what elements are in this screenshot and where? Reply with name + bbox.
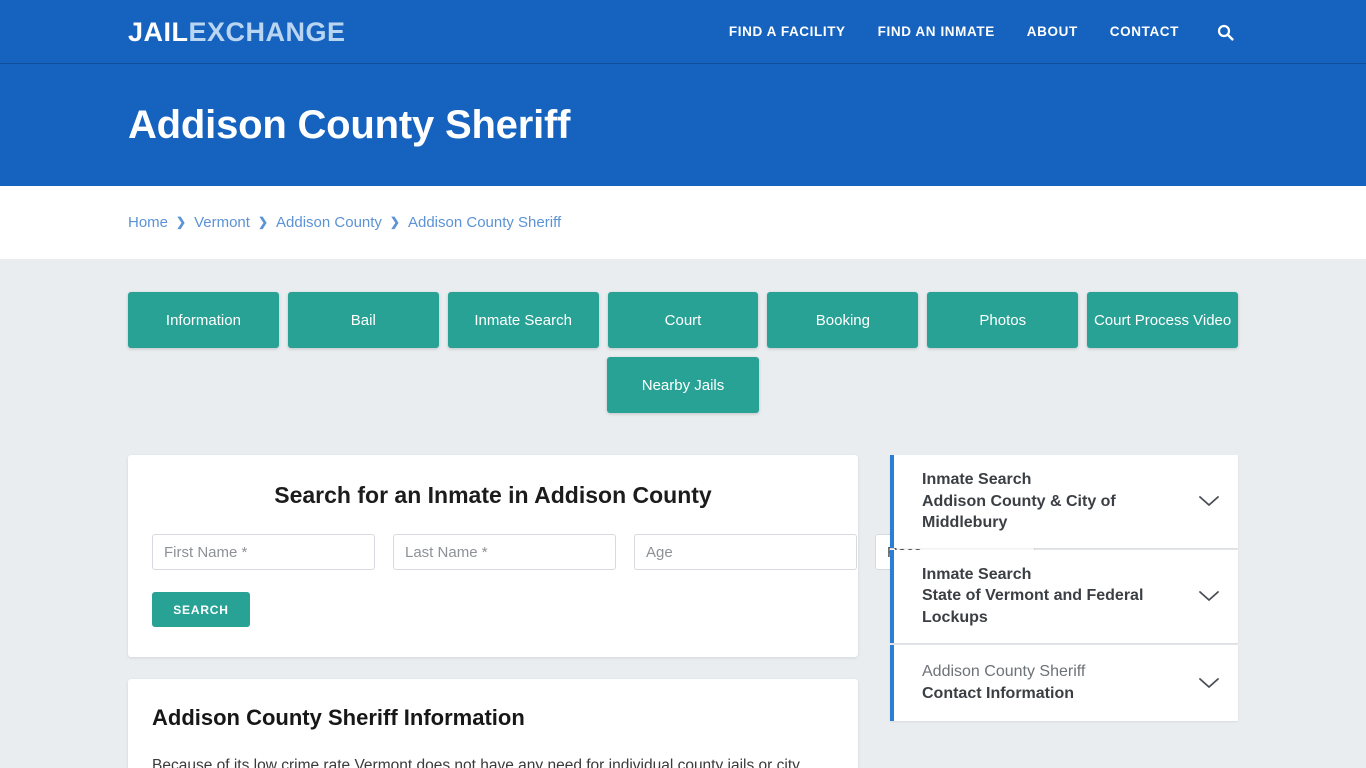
page-body: Information Bail Inmate Search Court Boo… [0,259,1366,768]
main-navigation: FIND A FACILITY FIND AN INMATE ABOUT CON… [713,0,1238,64]
accordion-item-line1: Inmate Search [922,565,1032,583]
hero-banner: Addison County Sheriff [0,64,1366,186]
nav-item-find-an-inmate[interactable]: FIND AN INMATE [862,0,1011,64]
sidebar-column: Inmate Search Addison County & City of M… [890,455,1238,723]
nav-item-about[interactable]: ABOUT [1011,0,1094,64]
age-input[interactable] [634,534,857,570]
breadcrumb-item-addison-county[interactable]: Addison County [276,214,382,231]
page-title: Addison County Sheriff [128,102,571,147]
section-button-booking[interactable]: Booking [767,292,919,348]
search-heading: Search for an Inmate in Addison County [274,482,712,508]
accordion-item-text: Inmate Search State of Vermont and Feder… [922,564,1188,629]
content-columns: Search for an Inmate in Addison County R… [128,455,1238,768]
breadcrumb-separator-icon: ❯ [389,214,400,229]
accordion-item-inmate-search-addison-middlebury[interactable]: Inmate Search Addison County & City of M… [890,455,1238,548]
content-container: Information Bail Inmate Search Court Boo… [128,292,1239,768]
logo-text-exchange: EXCHANGE [188,17,346,47]
breadcrumb-item-vermont[interactable]: Vermont [194,214,250,231]
accordion-item-contact-information[interactable]: Addison County Sheriff Contact Informati… [890,644,1238,721]
accordion-item-text: Addison County Sheriff Contact Informati… [922,661,1085,704]
accordion-item-line1: Inmate Search [922,471,1032,488]
breadcrumb-separator-icon: ❯ [176,214,187,229]
accordion-item-inmate-search-vermont-federal[interactable]: Inmate Search State of Vermont and Feder… [890,549,1238,643]
nav-item-find-a-facility[interactable]: FIND A FACILITY [713,0,862,64]
accordion-item-line2: Contact Information [922,684,1074,702]
section-button-court-process-video[interactable]: Court Process Video [1087,292,1239,348]
nav-item-contact[interactable]: CONTACT [1094,0,1195,64]
chevron-down-icon [1198,589,1220,603]
first-name-input[interactable] [152,534,375,570]
accordion-item-line1: Addison County Sheriff [922,662,1086,680]
site-logo[interactable]: JAILEXCHANGE [128,17,346,48]
section-button-photos[interactable]: Photos [927,292,1079,348]
chevron-down-icon [1198,494,1220,508]
main-column: Search for an Inmate in Addison County R… [128,455,1035,768]
section-button-row-secondary: Nearby Jails [128,357,1238,413]
last-name-input[interactable] [393,534,616,570]
sidebar-accordion: Inmate Search Addison County & City of M… [890,455,1238,721]
inmate-search-card: Search for an Inmate in Addison County R… [128,455,1035,657]
section-button-bail[interactable]: Bail [287,292,439,348]
breadcrumb-item-addison-county-sheriff[interactable]: Addison County Sheriff [408,214,561,231]
breadcrumb-item-home[interactable]: Home [128,214,168,231]
information-paragraph: Because of its low crime rate Vermont do… [152,757,800,768]
breadcrumb-separator-icon: ❯ [257,214,269,229]
site-header: JAILEXCHANGE FIND A FACILITY FIND AN INM… [0,0,1366,64]
breadcrumb-strip: Home ❯ Vermont ❯ Addison County ❯ Addiso… [0,186,1366,259]
facility-information-card: Addison County Sheriff Information Becau… [128,679,858,768]
section-button-nearby-jails[interactable]: Nearby Jails [607,357,759,413]
accordion-item-line2: State of Vermont and Federal Lockups [922,587,1144,626]
section-button-row-primary: Information Bail Inmate Search Court Boo… [128,292,1239,348]
accordion-item-line2: Addison County & City of Middlebury [922,492,1116,532]
breadcrumb: Home ❯ Vermont ❯ Addison County ❯ Addiso… [128,214,561,231]
section-button-court[interactable]: Court [607,292,759,348]
logo-text-jail: JAIL [128,17,189,47]
search-icon[interactable] [1195,0,1238,64]
search-submit-button[interactable]: SEARCH [152,592,250,627]
search-field-row: Race [152,534,1035,570]
information-title: Addison County Sheriff Information [152,705,525,730]
section-button-information[interactable]: Information [128,292,279,348]
accordion-item-text: Inmate Search Addison County & City of M… [922,469,1188,534]
chevron-down-icon [1198,676,1220,690]
section-button-inmate-search[interactable]: Inmate Search [447,292,599,348]
